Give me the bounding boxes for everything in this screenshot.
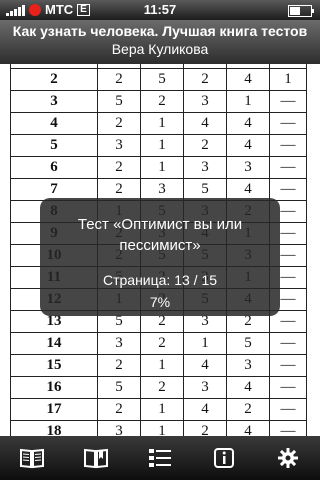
chapter-title: Тест «Оптимист вы или пессимист» — [77, 216, 243, 254]
question-number-cell: 16 — [10, 376, 98, 399]
answer-score-cell: 1 — [140, 134, 184, 157]
answer-score-cell: 1 — [183, 332, 227, 355]
answer-score-cell: 1 — [140, 354, 184, 377]
question-number-cell: 6 — [10, 156, 98, 179]
answer-score-cell: — — [269, 398, 307, 421]
answer-score-cell: 3 — [97, 420, 141, 436]
settings-button[interactable] — [268, 438, 308, 478]
bookmark-icon — [84, 448, 108, 469]
answer-score-cell: 3 — [226, 156, 270, 179]
library-button[interactable] — [12, 438, 52, 478]
question-number-cell: 17 — [10, 398, 98, 421]
answer-score-cell: 4 — [226, 112, 270, 135]
answer-score-cell: 3 — [226, 354, 270, 377]
answer-score-cell: — — [269, 178, 307, 201]
answer-score-cell: 4 — [226, 134, 270, 157]
answer-score-cell: 2 — [140, 90, 184, 113]
book-author: Вера Куликова — [111, 41, 209, 57]
answer-score-cell: 3 — [97, 134, 141, 157]
book-page[interactable]: 122524135231—42144—53124—62133—72354—815… — [0, 64, 320, 436]
answer-score-cell: 4 — [183, 354, 227, 377]
page-info-overlay: Тест «Оптимист вы или пессимист» Страниц… — [40, 198, 280, 316]
status-time: 11:57 — [143, 2, 177, 17]
answer-score-cell: — — [269, 420, 307, 436]
info-icon — [214, 448, 234, 468]
table-row: 14 3 2 1 5— — [10, 332, 307, 355]
table-row: 6 2 1 3 3— — [10, 156, 307, 179]
answer-score-cell: 2 — [226, 398, 270, 421]
answer-score-cell: 2 — [97, 398, 141, 421]
table-row: 5 3 1 2 4— — [10, 134, 307, 157]
answer-score-cell: 5 — [97, 90, 141, 113]
table-row: 15 2 1 4 3— — [10, 354, 307, 377]
answer-score-cell: 2 — [97, 112, 141, 135]
page-counter: Страница: 13 / 15 — [102, 272, 218, 288]
answer-score-cell: 5 — [226, 332, 270, 355]
book-header: Как узнать человека. Лучшая книга тестов… — [0, 20, 320, 64]
table-row: 18 3 1 2 4— — [10, 420, 307, 436]
answer-score-cell: — — [269, 90, 307, 113]
contents-list-icon — [149, 449, 171, 467]
question-number-cell: 5 — [10, 134, 98, 157]
answer-score-cell: — — [269, 332, 307, 355]
answer-score-cell: 2 — [140, 332, 184, 355]
answer-score-cell: 3 — [183, 90, 227, 113]
answer-score-cell: 3 — [183, 376, 227, 399]
answer-score-cell: 1 — [140, 112, 184, 135]
answer-score-cell: 1 — [140, 420, 184, 436]
answer-score-cell: 4 — [226, 376, 270, 399]
answer-score-cell: 2 — [140, 376, 184, 399]
answer-score-cell: 1 — [269, 68, 307, 91]
question-number-cell: 14 — [10, 332, 98, 355]
answer-score-cell: — — [269, 134, 307, 157]
progress-percent: 7% — [149, 294, 171, 310]
answer-score-cell: 2 — [183, 134, 227, 157]
question-number-cell: 2 — [10, 68, 98, 91]
answer-score-cell: 1 — [140, 156, 184, 179]
table-row: 4 2 1 4 4— — [10, 112, 307, 135]
answer-score-cell: 1 — [226, 90, 270, 113]
question-number-cell: 4 — [10, 112, 98, 135]
table-row: 225241 — [10, 68, 307, 91]
answer-score-cell: 2 — [183, 420, 227, 436]
status-bar: МТС E 11:57 — [0, 0, 320, 20]
info-button[interactable] — [204, 438, 244, 478]
answer-score-cell: — — [269, 112, 307, 135]
answer-score-cell: — — [269, 354, 307, 377]
answer-score-cell: 4 — [183, 398, 227, 421]
book-open-icon — [20, 448, 44, 469]
answer-score-cell: 3 — [97, 332, 141, 355]
answer-score-cell: 5 — [140, 68, 184, 91]
answer-score-cell: 4 — [183, 112, 227, 135]
answer-score-cell: 4 — [226, 68, 270, 91]
question-number-cell: 15 — [10, 354, 98, 377]
answer-score-cell: 2 — [97, 156, 141, 179]
book-title: Как узнать человека. Лучшая книга тестов — [12, 23, 308, 39]
gear-icon — [278, 448, 298, 468]
answer-score-cell: 3 — [183, 156, 227, 179]
answer-score-cell: 4 — [226, 420, 270, 436]
answer-score-cell: 2 — [183, 68, 227, 91]
table-row: 3 5 2 3 1— — [10, 90, 307, 113]
bottom-toolbar — [0, 436, 320, 480]
question-number-cell: 18 — [10, 420, 98, 436]
answer-score-cell: 2 — [97, 68, 141, 91]
answer-score-cell: — — [269, 376, 307, 399]
answer-score-cell: 5 — [97, 376, 141, 399]
contents-button[interactable] — [140, 438, 180, 478]
answer-score-cell: 2 — [97, 354, 141, 377]
question-number-cell: 3 — [10, 90, 98, 113]
answer-score-cell: — — [269, 156, 307, 179]
table-row: 17 2 1 4 2— — [10, 398, 307, 421]
answer-score-cell: 1 — [140, 398, 184, 421]
bookmarks-button[interactable] — [76, 438, 116, 478]
table-row: 16 5 2 3 4— — [10, 376, 307, 399]
battery-icon — [288, 5, 314, 17]
